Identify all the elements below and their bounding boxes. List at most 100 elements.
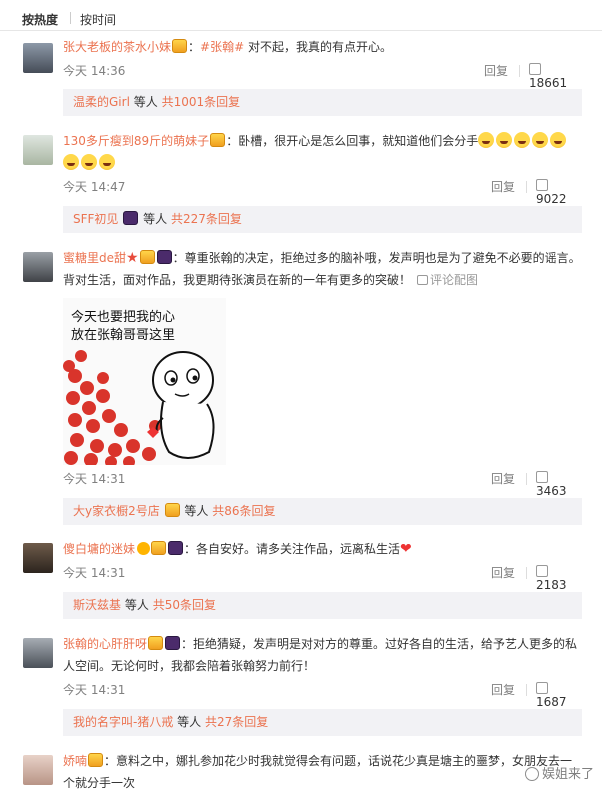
wechat-logo-icon <box>524 767 539 781</box>
sort-tabs: 按热度 按时间 <box>0 0 602 31</box>
fan-badge-icon <box>164 503 180 517</box>
laughing-emoji-icon <box>63 154 79 170</box>
comment-username[interactable]: 张大老板的茶水小妹 <box>63 40 171 54</box>
comment-text: 卧槽，很开心是怎么回事，就知道他们会分手 <box>238 134 479 148</box>
watermark-text: 娱姐来了 <box>541 767 594 782</box>
fan-badge-icon <box>210 133 226 147</box>
heart-emoji-icon: ❤ <box>400 541 412 557</box>
reply-button[interactable]: 回复 <box>491 470 515 487</box>
reply-summary-total[interactable]: 共86条回复 <box>212 504 275 518</box>
member-badge-icon <box>165 636 181 650</box>
comment-text: 各自安好。请多关注作品，远离私生活 <box>196 542 401 556</box>
reply-summary-user[interactable]: 斯沃兹基 <box>73 598 121 612</box>
thumbs-up-icon <box>536 565 548 577</box>
divider <box>526 473 527 485</box>
like-count: 18661 <box>529 76 568 90</box>
fan-badge-icon <box>151 541 167 555</box>
like-button[interactable]: 2183 <box>536 564 582 592</box>
member-badge-icon <box>123 211 139 225</box>
reply-summary-mid: 等人 <box>184 504 209 518</box>
reply-summary-user[interactable]: SFF初见 <box>73 212 118 226</box>
comment-meta: 今天 14:36 回复 18661 <box>63 62 582 90</box>
comment-body: 张翰的心肝肝呀 ：拒绝猜疑，发声明是对对方的尊重。过好各自的生活，给予艺人更多的私… <box>63 636 578 673</box>
reply-button[interactable]: 回复 <box>491 178 515 195</box>
reply-summary-mid: 等人 <box>143 212 168 226</box>
member-badge-icon <box>156 250 172 264</box>
reply-summary-total[interactable]: 共27条回复 <box>205 715 268 729</box>
verified-v-icon <box>137 542 151 555</box>
star-badge-icon: ★ <box>126 250 139 266</box>
reply-summary[interactable]: 大y家衣橱2号店 等人 共86条回复 <box>63 498 582 525</box>
laughing-emoji-icon <box>550 132 567 148</box>
reply-summary-total[interactable]: 共1001条回复 <box>162 95 241 109</box>
fan-badge-icon <box>148 636 164 650</box>
fan-badge-icon <box>139 250 155 264</box>
comment-username[interactable]: 130多斤瘦到89斤的萌妹子 <box>63 134 209 148</box>
thumbs-up-icon <box>536 471 548 483</box>
comment-sticker-image[interactable]: 今天也要把我的心 放在张翰哥哥这里 <box>63 298 226 465</box>
comment-body: 娇喃 ：意料之中，娜扎参加花少时我就觉得会有问题，话说花少真是塘主的噩梦，女朋友去… <box>63 753 573 790</box>
like-button[interactable]: 3463 <box>536 470 582 498</box>
avatar[interactable] <box>23 252 53 282</box>
avatar[interactable] <box>23 543 53 573</box>
reply-summary-total[interactable]: 共227条回复 <box>171 212 242 226</box>
reply-summary[interactable]: 斯沃兹基 等人 共50条回复 <box>63 592 582 619</box>
comment-body: 蜜糖里de甜★ ：尊重张翰的决定，拒绝过多的脑补哦，发声明也是为了避免不必要的谣言… <box>63 250 581 287</box>
hashtag-link[interactable]: #张翰# <box>200 40 244 54</box>
divider <box>526 567 527 579</box>
avatar[interactable] <box>23 755 53 785</box>
comment-text: 意料之中，娜扎参加花少时我就觉得会有问题，话说花少真是塘主的噩梦，女朋友去一个就… <box>63 754 573 790</box>
image-icon <box>417 275 429 285</box>
laughing-emoji-icon <box>81 154 97 170</box>
reply-summary-user[interactable]: 温柔的Girl <box>73 95 130 109</box>
comment-body: 傻白墉的迷妹 ：各自安好。请多关注作品，远离私生活❤ <box>63 541 412 557</box>
like-count: 1687 <box>536 695 567 709</box>
comment-time: 今天 14:31 <box>63 683 126 697</box>
avatar[interactable] <box>23 638 53 668</box>
comment-body: 130多斤瘦到89斤的萌妹子 ：卧槽，很开心是怎么回事，就知道他们会分手 <box>63 130 582 174</box>
thumbs-up-icon <box>536 179 548 191</box>
fan-badge-icon <box>88 753 104 767</box>
reply-button[interactable]: 回复 <box>484 62 508 79</box>
like-button[interactable]: 1687 <box>536 681 582 709</box>
tab-sort-hot[interactable]: 按热度 <box>22 11 58 28</box>
divider <box>526 684 527 696</box>
reply-summary-user[interactable]: 我的名字叫-猪八戒 <box>73 715 173 729</box>
reply-summary-total[interactable]: 共50条回复 <box>153 598 216 612</box>
reply-summary-user[interactable]: 大y家衣橱2号店 <box>73 504 160 518</box>
comment-username[interactable]: 蜜糖里de甜 <box>63 251 126 265</box>
reply-summary[interactable]: SFF初见 等人 共227条回复 <box>63 206 582 233</box>
reply-button[interactable]: 回复 <box>491 681 515 698</box>
laughing-emoji-icon <box>514 132 531 148</box>
comment-username[interactable]: 张翰的心肝肝呀 <box>63 637 147 651</box>
avatar[interactable] <box>23 135 53 165</box>
comment-body: 张大老板的茶水小妹 ：#张翰# 对不起，我真的有点开心。 <box>63 39 392 54</box>
like-button[interactable]: 18661 <box>529 62 582 90</box>
view-image-link[interactable]: 评论配图 <box>417 273 478 287</box>
thumbs-up-icon <box>529 63 541 75</box>
fan-badge-icon <box>172 39 188 53</box>
like-button[interactable]: 9022 <box>536 178 582 206</box>
avatar[interactable] <box>23 43 53 73</box>
comment-username[interactable]: 傻白墉的迷妹 <box>63 542 135 556</box>
comment-text: 对不起，我真的有点开心。 <box>247 40 392 54</box>
thumbs-up-icon <box>536 682 548 694</box>
comment-meta: 今天 14:31 回复 3463 <box>63 470 582 498</box>
comment-username[interactable]: 娇喃 <box>63 754 87 768</box>
laughing-emoji-icon <box>478 132 495 148</box>
reply-summary[interactable]: 我的名字叫-猪八戒 等人 共27条回复 <box>63 709 582 736</box>
comment-meta: 今天 14:31 回复 2183 <box>63 564 582 592</box>
laughing-emoji-icon <box>532 132 549 148</box>
like-count: 3463 <box>536 484 567 498</box>
member-badge-icon <box>168 541 184 555</box>
laughing-emoji-icon <box>496 132 513 148</box>
watermark: 娱姐来了 <box>524 763 594 782</box>
reply-summary[interactable]: 温柔的Girl 等人 共1001条回复 <box>63 89 582 116</box>
reply-button[interactable]: 回复 <box>491 564 515 581</box>
tab-sort-time[interactable]: 按时间 <box>80 11 116 28</box>
laughing-emoji-icon <box>99 154 115 170</box>
comment-time: 今天 14:36 <box>63 64 126 78</box>
sticker-drawing <box>63 350 215 465</box>
tab-divider <box>70 12 71 24</box>
reply-summary-mid: 等人 <box>177 715 202 729</box>
